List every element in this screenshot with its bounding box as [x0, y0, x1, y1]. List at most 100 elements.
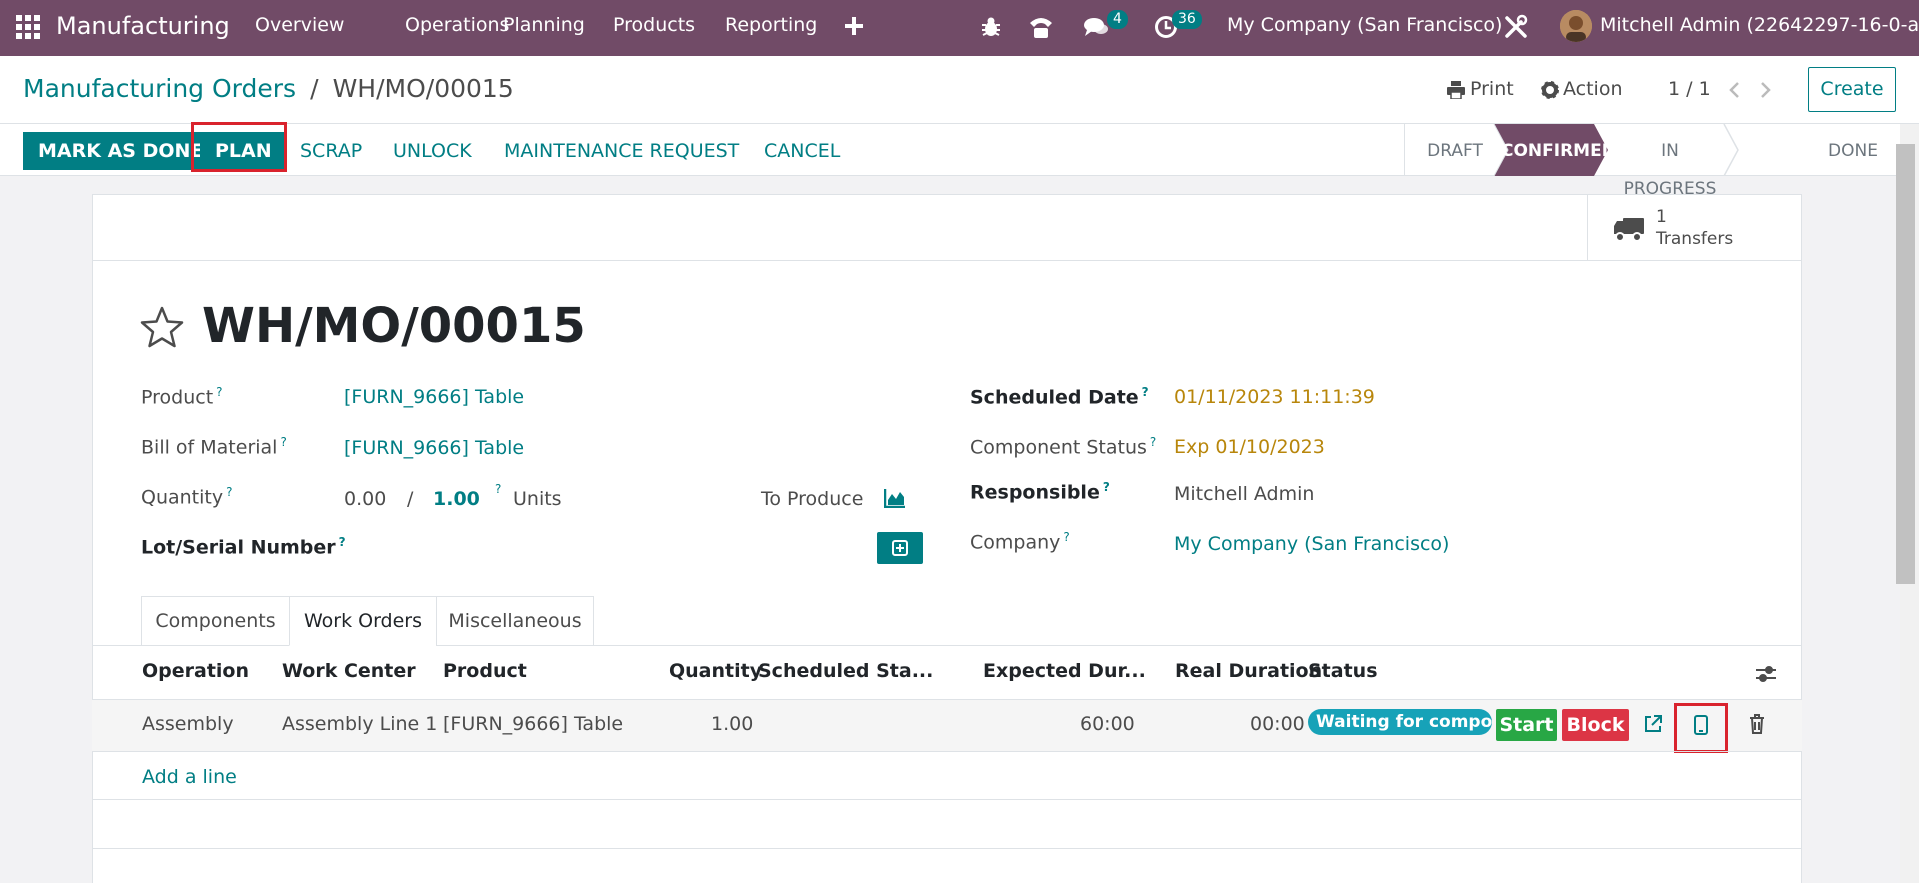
action-button[interactable]: Action	[1563, 78, 1623, 100]
lot-label: Lot/Serial Number?	[141, 535, 346, 559]
breadcrumb-current: WH/MO/00015	[332, 74, 514, 103]
print-button[interactable]: Print	[1470, 78, 1514, 100]
activity-badge: 36	[1172, 10, 1202, 29]
row-work-center: Assembly Line 1	[282, 713, 438, 735]
stage-pipeline: DRAFT CONFIRMED IN PROGRESS DONE	[1404, 124, 1900, 199]
control-panel: Manufacturing Orders / WH/MO/00015 Print…	[0, 56, 1919, 124]
create-button[interactable]: Create	[1808, 67, 1896, 112]
scheduled-date-field[interactable]: 01/11/2023 11:11:39	[1174, 386, 1375, 408]
responsible-label: Responsible?	[970, 480, 1110, 504]
stage-confirmed[interactable]: CONFIRMED	[1501, 132, 1616, 170]
gear-icon[interactable]	[1541, 81, 1559, 99]
stage-in-progress[interactable]: IN PROGRESS	[1615, 132, 1725, 199]
add-line-link[interactable]: Add a line	[142, 766, 237, 788]
quantity-separator: /	[407, 488, 414, 510]
row-status-badge: Waiting for components	[1308, 709, 1492, 735]
column-quantity[interactable]: Quantity	[669, 660, 762, 682]
transfers-count: 1	[1656, 207, 1667, 227]
product-field[interactable]: [FURN_9666] Table	[344, 386, 524, 408]
user-menu[interactable]: Mitchell Admin (22642297-16-0-all)	[1600, 14, 1919, 36]
menu-planning[interactable]: Planning	[503, 14, 585, 36]
quantity-label: Quantity?	[141, 485, 233, 509]
forecast-chart-icon[interactable]	[884, 488, 906, 508]
quantity-help: ?	[495, 482, 502, 496]
mark-as-done-button[interactable]: MARK AS DONE	[23, 132, 219, 170]
scrollbar-thumb[interactable]	[1896, 144, 1915, 584]
column-product[interactable]: Product	[443, 660, 527, 682]
menu-operations[interactable]: Operations	[405, 14, 509, 36]
app-name[interactable]: Manufacturing	[56, 12, 230, 40]
transfers-smart-button[interactable]: 1 Transfers	[1587, 194, 1801, 260]
print-icon[interactable]	[1447, 81, 1465, 99]
top-navbar: Manufacturing Overview Operations Planni…	[0, 0, 1919, 56]
truck-icon	[1613, 216, 1645, 242]
column-real-duration[interactable]: Real Duration	[1175, 660, 1322, 682]
transfers-label: Transfers	[1656, 229, 1734, 249]
button-box	[92, 260, 1802, 261]
menu-overview[interactable]: Overview	[255, 14, 344, 36]
column-operation[interactable]: Operation	[142, 660, 249, 682]
plus-icon[interactable]	[845, 17, 863, 35]
tab-work-orders[interactable]: Work Orders	[289, 596, 437, 646]
plan-button-highlight	[191, 122, 287, 172]
plus-square-icon	[892, 540, 908, 556]
breadcrumb: Manufacturing Orders / WH/MO/00015	[23, 74, 514, 103]
menu-reporting[interactable]: Reporting	[725, 14, 817, 36]
row-product: [FURN_9666] Table	[443, 713, 624, 735]
block-button[interactable]: Block	[1562, 709, 1629, 741]
component-status-field: Exp 01/10/2023	[1174, 436, 1325, 458]
stage-draft[interactable]: DRAFT	[1415, 132, 1495, 170]
start-button[interactable]: Start	[1496, 709, 1557, 741]
bom-field[interactable]: [FURN_9666] Table	[344, 437, 524, 459]
column-expected-duration[interactable]: Expected Dur...	[983, 660, 1146, 682]
company-label: Company?	[970, 530, 1070, 554]
table-add-divider	[92, 799, 1802, 800]
lot-generate-button[interactable]	[877, 532, 923, 564]
component-status-label: Component Status?	[970, 435, 1157, 459]
column-status[interactable]: Status	[1308, 660, 1378, 682]
record-title: WH/MO/00015	[202, 298, 586, 354]
chat-icon[interactable]	[1084, 17, 1108, 37]
pager-previous-icon[interactable]	[1727, 81, 1741, 99]
trash-icon[interactable]	[1749, 714, 1765, 734]
responsible-field[interactable]: Mitchell Admin	[1174, 483, 1314, 505]
pager-value: 1 / 1	[1668, 78, 1711, 100]
tab-miscellaneous[interactable]: Miscellaneous	[436, 596, 594, 646]
tab-components[interactable]: Components	[141, 596, 290, 646]
unlock-button[interactable]: UNLOCK	[393, 132, 472, 170]
row-real-duration: 00:00	[1250, 713, 1305, 735]
pager-next-icon[interactable]	[1759, 81, 1773, 99]
status-bar: MARK AS DONE PLAN SCRAP UNLOCK MAINTENAN…	[0, 122, 1900, 199]
uom-field[interactable]: Units	[513, 488, 562, 510]
scrap-button[interactable]: SCRAP	[300, 132, 362, 170]
column-scheduled-start[interactable]: Scheduled Sta...	[758, 660, 933, 682]
quantity-total[interactable]: 1.00	[433, 488, 480, 510]
breadcrumb-parent[interactable]: Manufacturing Orders	[23, 74, 296, 103]
breadcrumb-separator: /	[310, 74, 319, 103]
company-field[interactable]: My Company (San Francisco)	[1174, 533, 1449, 555]
bom-label: Bill of Material?	[141, 435, 287, 459]
table-bottom-divider	[92, 848, 1802, 849]
table-row-divider	[92, 751, 1802, 752]
to-produce-label: To Produce	[761, 488, 864, 510]
chat-badge: 4	[1107, 10, 1128, 29]
company-switcher[interactable]: My Company (San Francisco)	[1227, 14, 1502, 36]
column-work-center[interactable]: Work Center	[282, 660, 416, 682]
menu-products[interactable]: Products	[613, 14, 695, 36]
tools-icon[interactable]	[1503, 14, 1529, 40]
tablet-button-highlight	[1674, 703, 1728, 753]
maintenance-request-button[interactable]: MAINTENANCE REQUEST	[504, 132, 739, 170]
stage-done[interactable]: DONE	[1813, 132, 1893, 170]
row-quantity: 1.00	[711, 713, 754, 735]
external-link-icon[interactable]	[1643, 714, 1663, 734]
avatar[interactable]	[1560, 10, 1592, 42]
apps-menu-icon[interactable]	[16, 15, 40, 39]
favorite-star-icon[interactable]	[140, 306, 184, 348]
quantity-produced[interactable]: 0.00	[344, 488, 386, 510]
optional-columns-icon[interactable]	[1755, 664, 1777, 684]
cancel-button[interactable]: CANCEL	[764, 132, 840, 170]
bug-icon[interactable]	[981, 16, 1001, 38]
phone-icon[interactable]	[1028, 15, 1054, 39]
row-expected-duration: 60:00	[1080, 713, 1135, 735]
row-operation: Assembly	[142, 713, 234, 735]
